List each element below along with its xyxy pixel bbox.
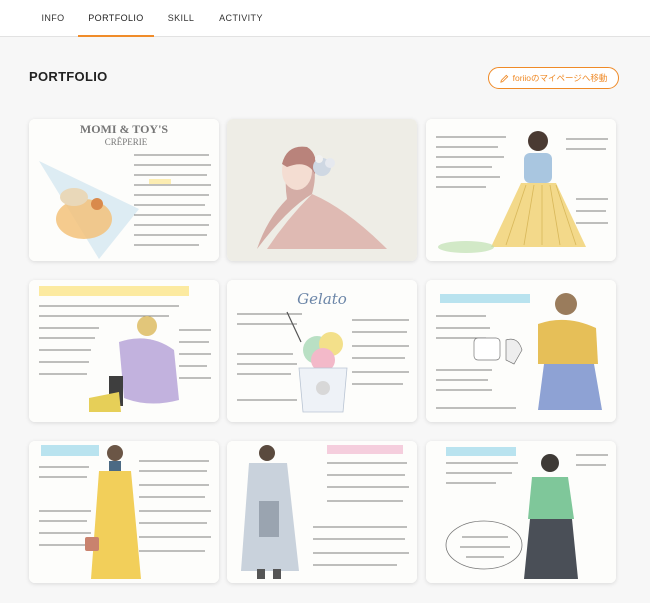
- card-subheading: CRÊPERIE: [105, 137, 148, 147]
- profile-tabs: INFO PORTFOLIO SKILL ACTIVITY: [0, 0, 650, 37]
- yellow-dress-illustration-icon: [29, 441, 219, 583]
- section-title: PORTFOLIO: [29, 69, 108, 84]
- tab-portfolio[interactable]: PORTFOLIO: [78, 0, 154, 37]
- pencil-icon: [499, 74, 508, 83]
- green-sweater-illustration-icon: [426, 441, 616, 583]
- foriio-mypage-label: foriioのマイページへ移動: [512, 73, 608, 83]
- pleated-skirt-outfit-illustration-icon: [426, 119, 616, 261]
- card-heading: Gelato: [297, 290, 347, 308]
- gelato-illustration-icon: Gelato: [227, 280, 417, 422]
- portfolio-item[interactable]: [426, 441, 616, 583]
- portfolio-item[interactable]: Gelato: [227, 280, 417, 422]
- portfolio-item[interactable]: [227, 441, 417, 583]
- grey-coat-illustration-icon: [227, 441, 417, 583]
- card-heading: MOMI & TOY'S: [80, 122, 169, 136]
- portfolio-item[interactable]: [227, 119, 417, 261]
- tab-skill[interactable]: SKILL: [162, 0, 200, 36]
- foriio-mypage-button[interactable]: foriioのマイページへ移動: [488, 67, 619, 89]
- crepe-illustration-icon: MOMI & TOY'S CRÊPERIE: [29, 119, 219, 261]
- portfolio-item[interactable]: MOMI & TOY'S CRÊPERIE: [29, 119, 219, 261]
- yellow-sweater-illustration-icon: [426, 280, 616, 422]
- woman-portrait-illustration-icon: [227, 119, 417, 261]
- portfolio-item[interactable]: [29, 280, 219, 422]
- portfolio-item[interactable]: [29, 441, 219, 583]
- portfolio-item[interactable]: [426, 280, 616, 422]
- portfolio-item[interactable]: [426, 119, 616, 261]
- tab-info[interactable]: INFO: [34, 0, 72, 36]
- purple-coat-illustration-icon: [29, 280, 219, 422]
- tab-activity[interactable]: ACTIVITY: [213, 0, 269, 36]
